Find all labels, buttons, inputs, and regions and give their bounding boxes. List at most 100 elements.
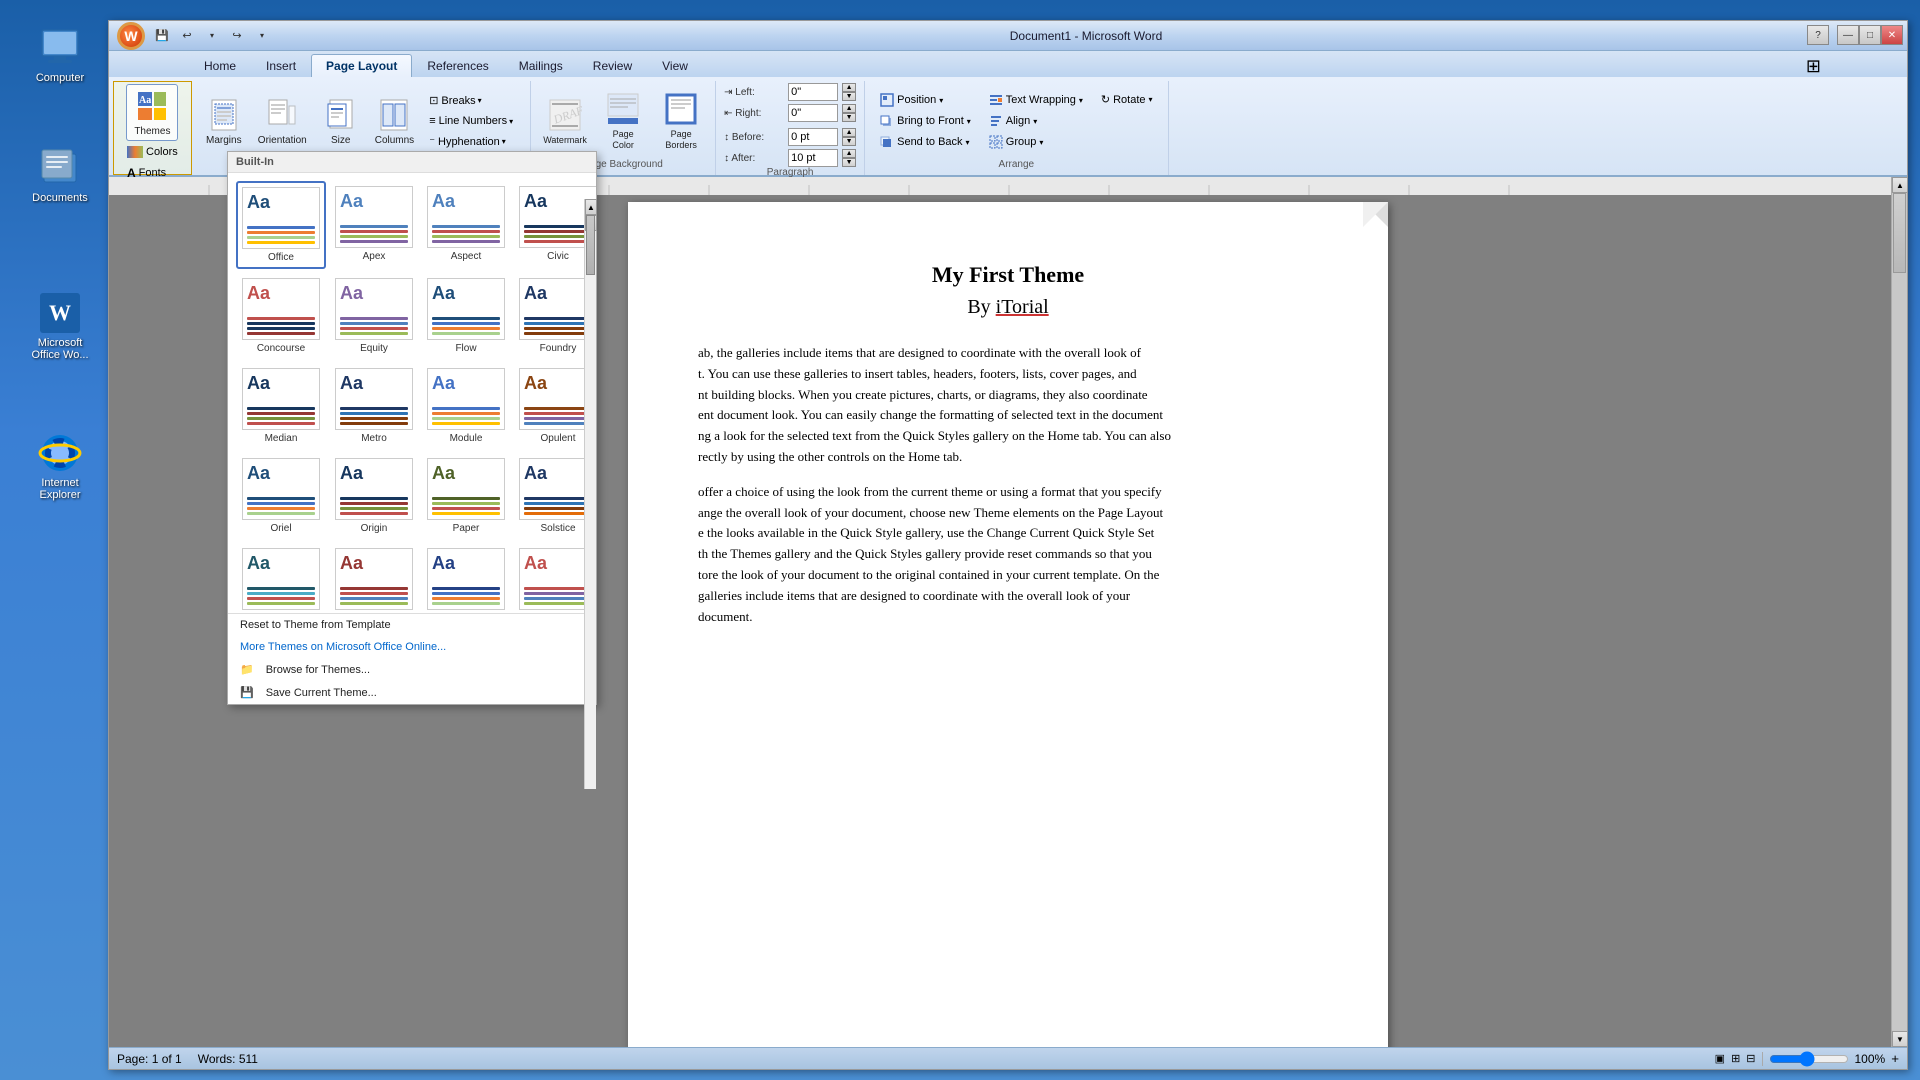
desktop-icon-msoffice[interactable]: W MicrosoftOffice Wo... [20, 285, 100, 365]
line-numbers-btn[interactable]: ≡ Line Numbers ▾ [424, 112, 518, 130]
theme-item-paper[interactable]: AaPaper [422, 453, 510, 539]
desktop-icon-ie[interactable]: InternetExplorer [20, 425, 100, 505]
scroll-up-arrow[interactable]: ▲ [1892, 177, 1907, 193]
themes-dropdown-btn[interactable]: Aa Themes [126, 84, 178, 141]
watermark-btn[interactable]: DRAFT Watermark [539, 93, 591, 150]
hyphenation-btn[interactable]: ⁻ Hyphenation ▾ [424, 132, 518, 151]
minimize-btn[interactable]: — [1837, 25, 1859, 45]
theme-item-oriel[interactable]: AaOriel [236, 453, 326, 539]
tab-page-layout[interactable]: Page Layout [311, 54, 412, 77]
spacing-after-down[interactable]: ▼ [842, 158, 856, 167]
view-normal-btn[interactable]: ▣ [1715, 1052, 1725, 1065]
theme-item-flow[interactable]: AaFlow [422, 273, 510, 359]
qa-save-btn[interactable]: 💾 [151, 25, 173, 47]
theme-color-line [432, 502, 500, 505]
theme-item-concourse[interactable]: AaConcourse [236, 273, 326, 359]
tab-review[interactable]: Review [578, 54, 647, 77]
save-theme-btn[interactable]: 💾 Save Current Theme... [228, 681, 596, 704]
themes-scrollbar[interactable]: ▲ ▼ [584, 199, 596, 789]
qa-redo-btn[interactable]: ↪ [226, 25, 248, 47]
theme-color-line [524, 317, 592, 320]
vscroll-thumb[interactable] [1893, 193, 1906, 273]
spacing-before-up[interactable]: ▲ [842, 128, 856, 137]
arrange-content: Position ▾ Bring to Front ▾ Send to Back [873, 83, 1159, 159]
columns-btn[interactable]: Columns [369, 93, 420, 150]
text-wrapping-btn[interactable]: Text Wrapping ▾ [982, 90, 1090, 110]
view-full-btn[interactable]: ⊞ [1731, 1052, 1740, 1065]
theme-item-urban[interactable]: AaUrban [422, 543, 510, 613]
page-color-btn[interactable]: PageColor [597, 87, 649, 155]
page-setup-content: Margins Orient [200, 83, 522, 159]
orientation-btn[interactable]: Orientation [252, 93, 313, 150]
indent-right-input[interactable] [788, 104, 838, 122]
indent-left-up[interactable]: ▲ [842, 83, 856, 92]
tab-view[interactable]: View [647, 54, 703, 77]
indent-right-up[interactable]: ▲ [842, 104, 856, 113]
spacing-before-down[interactable]: ▼ [842, 137, 856, 146]
tab-references[interactable]: References [412, 54, 503, 77]
breaks-label: Breaks [441, 95, 475, 107]
page-borders-btn-label: PageBorders [665, 129, 697, 151]
more-themes-btn[interactable]: More Themes on Microsoft Office Online..… [228, 636, 596, 658]
view-web-btn[interactable]: ⊟ [1746, 1052, 1755, 1065]
theme-item-aspect[interactable]: AaAspect [422, 181, 510, 269]
group-btn[interactable]: Group ▾ [982, 132, 1090, 152]
tab-mailings[interactable]: Mailings [504, 54, 578, 77]
page-borders-btn[interactable]: PageBorders [655, 87, 707, 155]
align-btn[interactable]: Align ▾ [982, 111, 1090, 131]
word-window: W 💾 ↩ ▾ ↪ ▾ Document1 - Microsoft Word ?… [108, 20, 1908, 1070]
close-btn[interactable]: ✕ [1881, 25, 1903, 45]
theme-color-line [340, 332, 408, 335]
theme-preview-lines [340, 587, 408, 605]
theme-item-apex[interactable]: AaApex [330, 181, 418, 269]
themes-dropdown: Built-In AaOfficeAaApexAaAspectAaCivicAa… [227, 151, 597, 705]
theme-item-equity[interactable]: AaEquity [330, 273, 418, 359]
spacing-before-input[interactable] [788, 128, 838, 146]
indent-left-down[interactable]: ▼ [842, 92, 856, 101]
maximize-btn[interactable]: □ [1859, 25, 1881, 45]
rotate-btn[interactable]: ↻ Rotate ▾ [1094, 90, 1160, 109]
ribbon-expand-btn[interactable]: ⊞ [1800, 56, 1827, 77]
theme-item-technic[interactable]: AaTechnic [236, 543, 326, 613]
send-to-back-btn[interactable]: Send to Back ▾ [873, 132, 978, 152]
scroll-down-arrow[interactable]: ▼ [1892, 1031, 1907, 1047]
scroll-up-btn[interactable]: ▲ [585, 199, 597, 215]
spacing-after-input[interactable] [788, 149, 838, 167]
scroll-thumb[interactable] [586, 215, 595, 275]
zoom-in-btn[interactable]: + [1891, 1051, 1899, 1066]
zoom-slider[interactable] [1769, 1054, 1849, 1064]
doc-para9: ange the overall look of your document, … [698, 503, 1318, 524]
browse-themes-btn[interactable]: 📁 Browse for Themes... [228, 658, 596, 681]
doc-para12: tore the look of your document to the or… [698, 565, 1318, 586]
colors-sub-btn[interactable]: Colors [122, 143, 183, 161]
tab-home[interactable]: Home [189, 54, 251, 77]
desktop-icon-computer[interactable]: Computer [20, 20, 100, 88]
position-btn[interactable]: Position ▾ [873, 90, 978, 110]
theme-item-module[interactable]: AaModule [422, 363, 510, 449]
size-btn[interactable]: Size [317, 93, 365, 150]
theme-item-median[interactable]: AaMedian [236, 363, 326, 449]
theme-item-trek[interactable]: AaTrek [330, 543, 418, 613]
indent-left-input[interactable] [788, 83, 838, 101]
theme-color-line [432, 412, 500, 415]
qa-more-btn[interactable]: ▾ [251, 25, 273, 47]
spacing-after-up[interactable]: ▲ [842, 149, 856, 158]
margins-btn[interactable]: Margins [200, 93, 248, 150]
help-btn[interactable]: ? [1807, 25, 1829, 45]
theme-preview-aa: Aa [524, 191, 547, 212]
theme-item-office[interactable]: AaOffice [236, 181, 326, 269]
breaks-btn[interactable]: ⊡ Breaks ▾ [424, 91, 518, 110]
theme-item-metro[interactable]: AaMetro [330, 363, 418, 449]
bring-to-front-btn[interactable]: Bring to Front ▾ [873, 111, 978, 131]
qa-undo-btn[interactable]: ↩ [176, 25, 198, 47]
reset-theme-btn[interactable]: Reset to Theme from Template [228, 614, 596, 636]
theme-item-origin[interactable]: AaOrigin [330, 453, 418, 539]
theme-color-line [524, 332, 592, 335]
doc-para5: ng a look for the selected text from the… [698, 426, 1318, 447]
desktop-icon-documents[interactable]: Documents [20, 140, 100, 208]
qa-undo-arrow-btn[interactable]: ▾ [201, 25, 223, 47]
indent-left-row: ⇥ Left: ▲ ▼ [724, 83, 856, 101]
indent-right-down[interactable]: ▼ [842, 113, 856, 122]
group-arrow: ▾ [1039, 138, 1043, 147]
tab-insert[interactable]: Insert [251, 54, 311, 77]
